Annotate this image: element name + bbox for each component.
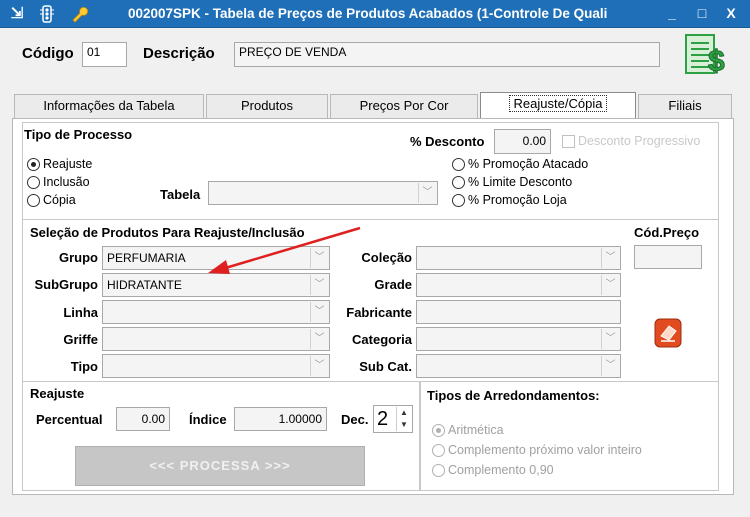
tab-filiais[interactable]: Filiais <box>638 94 732 118</box>
processa-button[interactable]: <<< PROCESSA >>> <box>75 446 365 486</box>
tab-precos-por-cor[interactable]: Preços Por Cor <box>330 94 478 118</box>
minimize-button[interactable]: _ <box>660 4 684 22</box>
eraser-button[interactable] <box>654 318 682 348</box>
radio-promocao-atacado[interactable]: % Promoção Atacado <box>452 157 588 171</box>
dec-spinner[interactable]: 2 ▲ ▼ <box>373 405 413 433</box>
chevron-down-icon: ﹀ <box>601 275 619 295</box>
radio-circle <box>27 175 40 189</box>
percentual-label: Percentual <box>36 412 103 427</box>
checkbox-box <box>562 134 575 148</box>
radio-inclusao[interactable]: Inclusão <box>27 175 90 189</box>
percentual-field[interactable]: 0.00 <box>116 407 170 431</box>
indice-label: Índice <box>189 412 227 427</box>
codigo-field[interactable]: 01 <box>82 42 127 67</box>
categoria-label: Categoria <box>352 332 412 347</box>
radio-label: Reajuste <box>43 157 93 171</box>
dec-value: 2 <box>377 408 389 430</box>
chevron-down-icon: ﹀ <box>418 183 436 203</box>
chevron-down-icon: ﹀ <box>310 275 328 295</box>
title-bar: ⇲ 002007SPK - Tabela de Preços de Produt… <box>0 0 750 28</box>
radio-label: Complemento 0,90 <box>448 463 554 477</box>
cod-preco-field[interactable] <box>634 245 702 269</box>
indice-field[interactable]: 1.00000 <box>234 407 327 431</box>
radio-label: % Promoção Loja <box>468 193 567 207</box>
radio-circle <box>27 193 40 207</box>
fabricante-label: Fabricante <box>346 305 412 320</box>
spin-up-icon[interactable]: ▲ <box>396 407 411 419</box>
desconto-progressivo-checkbox[interactable]: Desconto Progressivo <box>562 134 700 148</box>
radio-copia[interactable]: Cópia <box>27 193 76 207</box>
radio-circle <box>452 157 465 171</box>
menu-icon[interactable]: ⇲ <box>8 5 26 23</box>
money-table-icon[interactable]: $ <box>684 33 732 79</box>
radio-label: % Limite Desconto <box>468 175 573 189</box>
descricao-label: Descrição <box>143 45 215 62</box>
grupo-label: Grupo <box>59 250 98 265</box>
dec-label: Dec. <box>341 412 369 427</box>
tab-informacoes[interactable]: Informações da Tabela <box>14 94 204 118</box>
tab-reajuste-label: Reajuste/Cópia <box>508 95 608 112</box>
grupo-value: PERFUMARIA <box>107 251 186 265</box>
radio-circle <box>27 157 40 171</box>
radio-aritmetica[interactable]: Aritmética <box>432 423 504 437</box>
chevron-down-icon: ﹀ <box>310 329 328 349</box>
reajuste-title: Reajuste <box>30 386 85 401</box>
close-button[interactable]: X <box>719 4 743 22</box>
window-title: 002007SPK - Tabela de Preços de Produtos… <box>128 6 608 21</box>
fabricante-field[interactable] <box>416 300 621 324</box>
restore-button[interactable]: □ <box>690 4 714 22</box>
desconto-label: % Desconto <box>410 134 485 149</box>
radio-circle <box>432 423 445 437</box>
grade-label: Grade <box>374 277 412 292</box>
arredondamentos-title: Tipos de Arredondamentos: <box>427 388 600 403</box>
griffe-select[interactable]: ﹀ <box>102 327 330 351</box>
cod-preco-label: Cód.Preço <box>634 225 700 240</box>
radio-label: Aritmética <box>448 423 504 437</box>
tabela-select[interactable]: ﹀ <box>208 181 438 205</box>
tipo-select[interactable]: ﹀ <box>102 354 330 378</box>
linha-label: Linha <box>63 305 98 320</box>
annotation-arrow <box>208 226 361 274</box>
chevron-down-icon: ﹀ <box>601 248 619 268</box>
radio-circle <box>452 193 465 207</box>
radio-label: Inclusão <box>43 175 90 189</box>
chevron-down-icon: ﹀ <box>310 356 328 376</box>
grade-select[interactable]: ﹀ <box>416 273 621 297</box>
griffe-label: Griffe <box>63 332 98 347</box>
chevron-down-icon: ﹀ <box>601 356 619 376</box>
radio-complemento-090[interactable]: Complemento 0,90 <box>432 463 554 477</box>
radio-label: % Promoção Atacado <box>468 157 589 171</box>
radio-limite-desconto[interactable]: % Limite Desconto <box>452 175 572 189</box>
chevron-down-icon: ﹀ <box>310 302 328 322</box>
subgrupo-label: SubGrupo <box>34 277 98 292</box>
radio-circle <box>452 175 465 189</box>
subcat-select[interactable]: ﹀ <box>416 354 621 378</box>
spin-down-icon[interactable]: ▼ <box>396 419 411 431</box>
chevron-down-icon: ﹀ <box>601 329 619 349</box>
desconto-field[interactable]: 0.00 <box>494 129 551 154</box>
categoria-select[interactable]: ﹀ <box>416 327 621 351</box>
checkbox-label: Desconto Progressivo <box>578 134 701 148</box>
tipo-processo-title: Tipo de Processo <box>24 127 133 142</box>
tipo-label: Tipo <box>70 359 98 374</box>
svg-text:$: $ <box>708 45 725 77</box>
tab-reajuste-copia[interactable]: Reajuste/Cópia <box>480 92 636 120</box>
colecao-select[interactable]: ﹀ <box>416 246 621 270</box>
tabela-label: Tabela <box>160 187 201 202</box>
radio-reajuste[interactable]: Reajuste <box>27 157 92 171</box>
codigo-label: Código <box>22 45 74 62</box>
linha-select[interactable]: ﹀ <box>102 300 330 324</box>
radio-circle <box>432 443 445 457</box>
traffic-light-icon[interactable] <box>38 5 56 23</box>
radio-label: Complemento próximo valor inteiro <box>448 443 642 457</box>
radio-circle <box>432 463 445 477</box>
wrench-icon[interactable] <box>70 5 89 23</box>
radio-label: Cópia <box>43 193 76 207</box>
descricao-field[interactable]: PREÇO DE VENDA <box>234 42 660 67</box>
tab-produtos[interactable]: Produtos <box>206 94 328 118</box>
subgrupo-value: HIDRATANTE <box>107 278 182 292</box>
radio-complemento-inteiro[interactable]: Complemento próximo valor inteiro <box>432 443 642 457</box>
subcat-label: Sub Cat. <box>359 359 412 374</box>
radio-promocao-loja[interactable]: % Promoção Loja <box>452 193 567 207</box>
